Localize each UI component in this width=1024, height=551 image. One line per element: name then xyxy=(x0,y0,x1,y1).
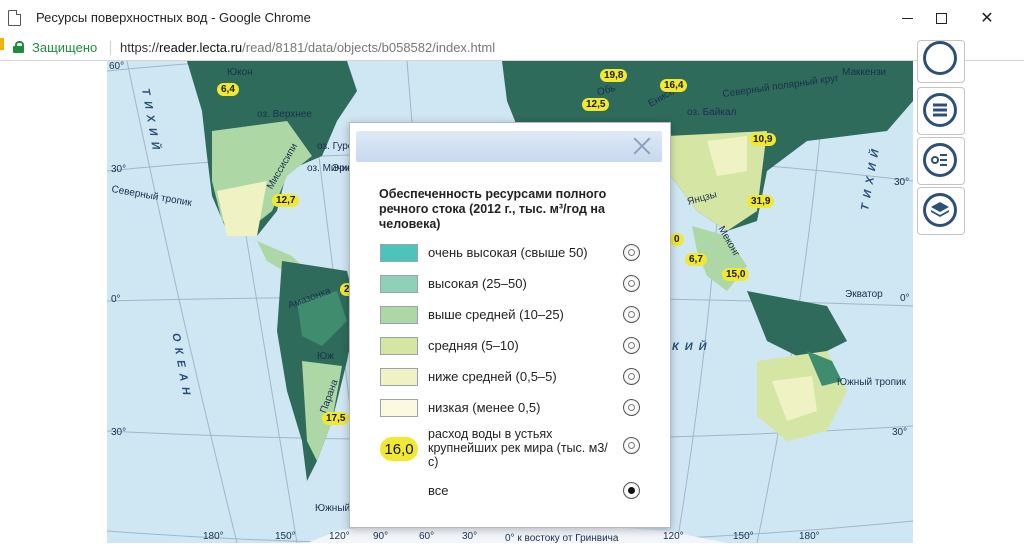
legend-swatch xyxy=(380,368,418,386)
grid-label: 60° xyxy=(109,61,125,72)
map-label: оз. Верхнее xyxy=(257,109,312,120)
help-button[interactable] xyxy=(917,40,965,83)
grid-label: 150° xyxy=(275,531,296,542)
flow-badge: 10,9 xyxy=(749,133,777,146)
legend-radio[interactable] xyxy=(623,306,640,323)
legend-item-flow[interactable]: 16,0 расход воды в устьях крупнейших рек… xyxy=(380,427,652,471)
legend-radio[interactable] xyxy=(623,337,640,354)
legend-radio-selected[interactable] xyxy=(623,482,640,499)
legend-item-label: низкая (менее 0,5) xyxy=(428,400,541,415)
legend-item-label: все xyxy=(428,483,449,498)
flow-badge: 16,4 xyxy=(660,79,688,92)
grid-label: 30° xyxy=(462,531,478,542)
grid-label: 30° xyxy=(111,427,127,438)
lock-icon xyxy=(13,41,24,53)
legend-item[interactable]: высокая (25–50) xyxy=(380,271,652,297)
legend-swatch xyxy=(380,399,418,417)
flow-badge: 15,0 xyxy=(722,268,750,281)
url-scheme: https:// xyxy=(120,40,160,55)
legend-item-label: очень высокая (свыше 50) xyxy=(428,245,588,260)
grid-label: 180° xyxy=(203,531,224,542)
map-label: оз. Байкал xyxy=(687,107,737,118)
legend-icon xyxy=(923,143,957,177)
legend-item[interactable]: средняя (5–10) xyxy=(380,333,652,359)
dialog-header xyxy=(356,131,662,162)
grid-label: 0° к востоку от Гринвича xyxy=(505,533,619,543)
grid-label: 120° xyxy=(663,531,684,542)
legend-item[interactable]: низкая (менее 0,5) xyxy=(380,395,652,421)
legend-radio[interactable] xyxy=(623,437,640,454)
legend-item[interactable]: выше средней (10–25) xyxy=(380,302,652,328)
grid-label: 30° xyxy=(894,177,910,188)
grid-label: 120° xyxy=(329,531,350,542)
address-separator xyxy=(110,41,111,55)
grid-label: 90° xyxy=(373,531,389,542)
address-bar[interactable]: Защищено https://reader.lecta.ru/read/81… xyxy=(0,36,1024,61)
map-label: Эри xyxy=(332,163,351,174)
menu-icon xyxy=(923,93,957,127)
map-label: Экватор xyxy=(845,289,883,300)
legend-item-all[interactable]: все xyxy=(380,478,652,504)
url-path: /read/8181/data/objects/b058582/index.ht… xyxy=(242,40,496,55)
flow-badge: 6,4 xyxy=(217,83,239,96)
layers-icon xyxy=(923,193,957,227)
help-icon xyxy=(923,41,957,75)
legend-swatch xyxy=(380,337,418,355)
flow-badge: 0 xyxy=(670,233,684,246)
secure-label[interactable]: Защищено xyxy=(32,40,97,55)
legend-swatch xyxy=(380,244,418,262)
legend-item-label: выше средней (10–25) xyxy=(428,307,564,322)
legend-item-label: расход воды в устьях крупнейших рек мира… xyxy=(428,427,608,469)
map-label: Юкон xyxy=(227,67,253,78)
flow-badge: 12,5 xyxy=(582,98,610,111)
page-icon xyxy=(8,10,21,26)
maximize-button[interactable] xyxy=(918,0,964,36)
legend-item-label: средняя (5–10) xyxy=(428,338,519,353)
grid-label: 60° xyxy=(419,531,435,542)
legend-dialog: Обеспеченность ресурсами полного речного… xyxy=(349,122,671,528)
legend-swatch xyxy=(380,275,418,293)
legend-radio[interactable] xyxy=(623,399,640,416)
grid-label: 30° xyxy=(892,427,908,438)
bookmark-marker xyxy=(0,38,4,50)
flow-sample-badge: 16,0 xyxy=(380,437,418,461)
legend-item-label: ниже средней (0,5–5) xyxy=(428,369,557,384)
legend-radio[interactable] xyxy=(623,275,640,292)
flow-badge: 12,7 xyxy=(272,194,300,207)
flow-badge: 19,8 xyxy=(600,69,628,82)
menu-button[interactable] xyxy=(917,87,965,135)
legend-radio[interactable] xyxy=(623,368,640,385)
window-title: Ресурсы поверхностных вод - Google Chrom… xyxy=(36,10,311,25)
map-label: Южный xyxy=(315,503,351,514)
flow-badge: 6,7 xyxy=(685,253,707,266)
map-label: Южный тропик xyxy=(837,377,906,388)
layers-button[interactable] xyxy=(917,187,965,235)
map-label: Юж xyxy=(317,351,334,362)
legend-item[interactable]: очень высокая (свыше 50) xyxy=(380,240,652,266)
legend-title: Обеспеченность ресурсами полного речного… xyxy=(379,187,607,231)
legend-item-label: высокая (25–50) xyxy=(428,276,527,291)
close-window-button[interactable]: ✕ xyxy=(964,0,1010,36)
flow-badge: 31,9 xyxy=(747,195,775,208)
flow-badge: 17,5 xyxy=(322,412,350,425)
legend-radio[interactable] xyxy=(623,244,640,261)
maximize-icon xyxy=(935,12,947,24)
minimize-icon xyxy=(901,17,913,19)
window-titlebar: Ресурсы поверхностных вод - Google Chrom… xyxy=(0,0,1024,36)
url-text[interactable]: https://reader.lecta.ru/read/8181/data/o… xyxy=(120,40,495,55)
grid-label: 0° xyxy=(111,294,121,305)
map-label: Маккензи xyxy=(842,67,887,78)
grid-label: 0° xyxy=(900,293,910,304)
grid-label: 180° xyxy=(799,531,820,542)
ocean-label: КИЙ xyxy=(672,341,713,353)
close-dialog-button[interactable] xyxy=(630,134,654,158)
legend-button[interactable] xyxy=(917,137,965,185)
legend-item[interactable]: ниже средней (0,5–5) xyxy=(380,364,652,390)
grid-label: 30° xyxy=(111,164,127,175)
grid-label: 150° xyxy=(733,531,754,542)
legend-swatch xyxy=(380,306,418,324)
url-host: reader.lecta.ru xyxy=(159,40,243,55)
